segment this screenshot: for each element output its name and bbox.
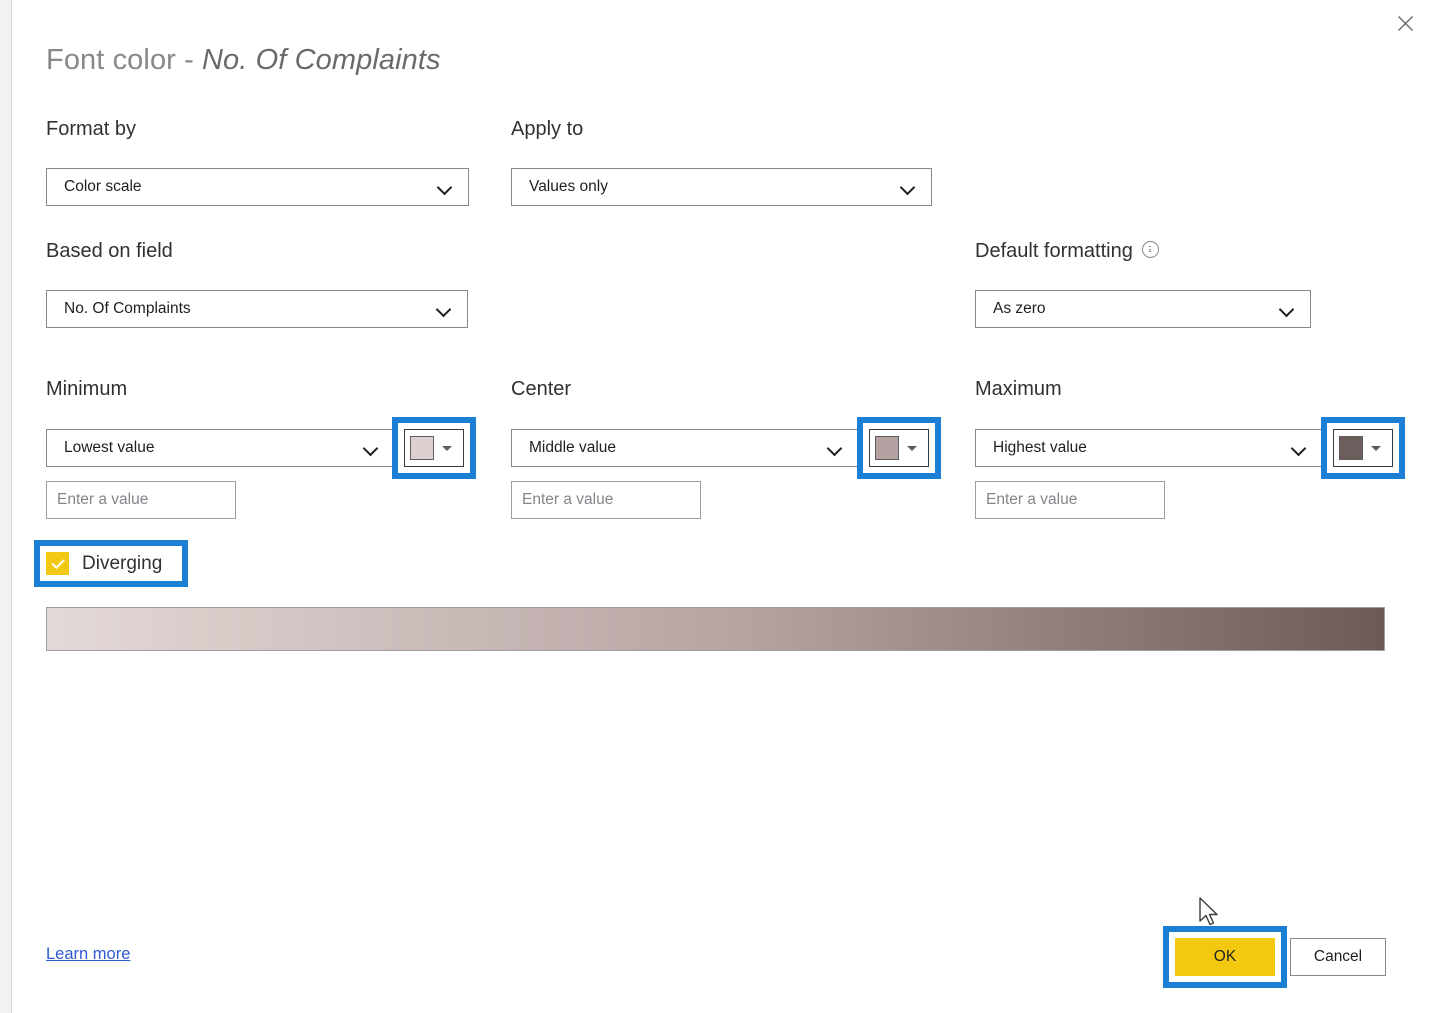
chevron-down-icon (907, 445, 917, 451)
based-on-field-value: No. Of Complaints (64, 300, 191, 317)
center-color-picker[interactable] (869, 429, 929, 467)
info-icon[interactable] (1141, 241, 1159, 259)
chevron-down-icon (436, 301, 452, 317)
mouse-cursor (1199, 897, 1218, 926)
maximum-condition-select[interactable]: Highest value (975, 429, 1323, 467)
color-scale-preview (46, 607, 1385, 651)
diverging-label: Diverging (82, 552, 163, 574)
based-on-field-select[interactable]: No. Of Complaints (46, 290, 468, 328)
learn-more-link[interactable]: Learn more (46, 945, 130, 964)
maximum-color-picker[interactable] (1333, 429, 1393, 467)
chevron-down-icon (1279, 301, 1295, 317)
apply-to-value: Values only (529, 178, 608, 195)
diverging-checkbox[interactable]: Diverging (46, 552, 162, 575)
ok-button[interactable]: OK (1175, 938, 1275, 976)
format-by-label: Format by (46, 118, 137, 140)
close-icon[interactable] (1384, 4, 1426, 42)
format-by-select[interactable]: Color scale (46, 168, 469, 206)
dialog-title-prefix: Font color - (46, 44, 203, 76)
center-condition-select[interactable]: Middle value (511, 429, 859, 467)
maximum-value-input[interactable] (975, 481, 1165, 519)
based-on-field-label: Based on field (46, 240, 173, 262)
default-formatting-label-text: Default formatting (975, 240, 1133, 262)
apply-to-label: Apply to (511, 118, 584, 140)
chevron-down-icon (1371, 445, 1381, 451)
chevron-down-icon (827, 440, 843, 456)
maximum-condition-value: Highest value (993, 439, 1087, 456)
chevron-down-icon (437, 179, 453, 195)
center-label: Center (511, 378, 572, 400)
minimum-condition-select[interactable]: Lowest value (46, 429, 395, 467)
apply-to-select[interactable]: Values only (511, 168, 932, 206)
minimum-label: Minimum (46, 378, 128, 400)
default-formatting-value: As zero (993, 300, 1046, 317)
maximum-label: Maximum (975, 378, 1062, 400)
chevron-down-icon (1291, 440, 1307, 456)
center-condition-value: Middle value (529, 439, 617, 456)
chevron-down-icon (442, 445, 452, 451)
minimum-color-swatch (410, 436, 434, 460)
dialog-title-field: No. Of Complaints (202, 44, 441, 76)
default-formatting-label: Default formatting (975, 240, 1159, 263)
default-formatting-select[interactable]: As zero (975, 290, 1311, 328)
dialog-title: Font color - No. Of Complaints (46, 44, 441, 77)
maximum-color-swatch (1339, 436, 1363, 460)
minimum-color-picker[interactable] (404, 429, 464, 467)
minimum-value-input[interactable] (46, 481, 236, 519)
center-value-input[interactable] (511, 481, 701, 519)
cancel-button[interactable]: Cancel (1290, 938, 1386, 976)
font-color-dialog: Font color - No. Of Complaints Format by… (12, 0, 1434, 1013)
minimum-condition-value: Lowest value (64, 439, 155, 456)
center-color-swatch (875, 436, 899, 460)
chevron-down-icon (900, 179, 916, 195)
chevron-down-icon (363, 440, 379, 456)
format-by-value: Color scale (64, 178, 142, 195)
checkmark-icon (46, 552, 69, 575)
